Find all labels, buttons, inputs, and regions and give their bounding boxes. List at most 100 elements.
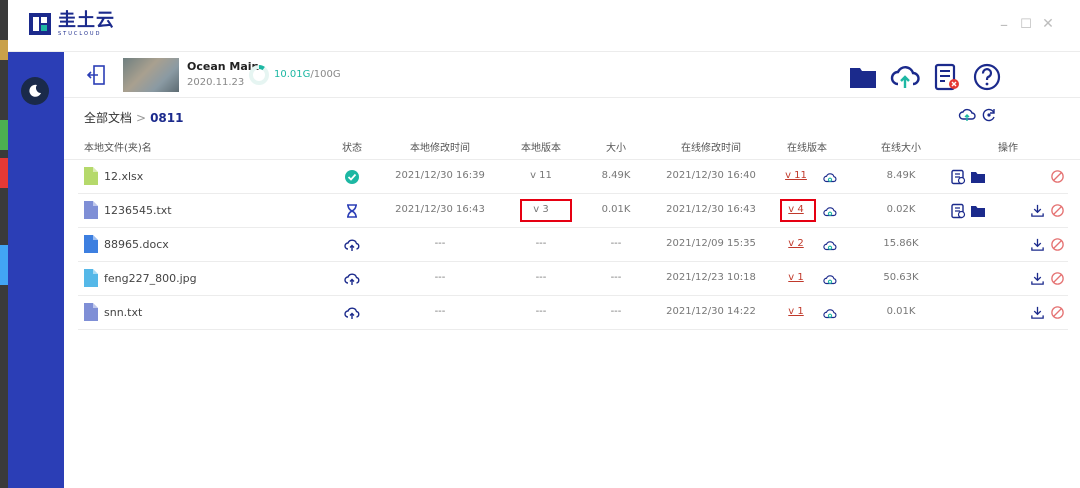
hourglass-icon bbox=[344, 203, 360, 219]
cloud-upload-icon bbox=[344, 271, 360, 287]
cloud-sync-icon[interactable] bbox=[823, 204, 839, 220]
online-size: 15.86K bbox=[883, 238, 919, 249]
cloud-sync-icon[interactable] bbox=[958, 106, 976, 124]
file-txt-icon bbox=[84, 201, 98, 219]
unsync-icon[interactable] bbox=[1050, 237, 1066, 253]
title-bar: 圭土云 STUCLOUD – ☐ ✕ bbox=[8, 0, 1080, 52]
header-status[interactable]: 状态 bbox=[332, 139, 372, 154]
breadcrumb-separator: > bbox=[136, 111, 147, 125]
unsync-icon[interactable] bbox=[1050, 305, 1066, 321]
local-modified: 2021/12/30 16:43 bbox=[395, 204, 485, 215]
table-row[interactable]: 88965.docx --- --- --- 2021/12/09 15:35 v 2 15… bbox=[78, 228, 1068, 262]
online-modified: 2021/12/30 16:43 bbox=[666, 204, 756, 215]
local-version: v 11 bbox=[530, 170, 552, 181]
cloud-upload-icon[interactable] bbox=[890, 62, 920, 92]
cloud-sync-icon[interactable] bbox=[823, 306, 839, 322]
workspace-header: Ocean Main 2020.11.23 10.01G/100G bbox=[64, 52, 1080, 98]
breadcrumb-root[interactable]: 全部文档 bbox=[84, 111, 132, 125]
synced-check-icon bbox=[344, 169, 360, 185]
unsync-icon[interactable] bbox=[1050, 203, 1066, 219]
local-version: --- bbox=[535, 306, 547, 317]
online-size: 0.01K bbox=[886, 306, 916, 317]
download-icon[interactable] bbox=[1030, 305, 1046, 321]
table-row[interactable]: feng227_800.jpg --- --- --- 2021/12/23 10:18… bbox=[78, 262, 1068, 296]
app-name: 圭土云 bbox=[58, 10, 115, 31]
app-window: 圭土云 STUCLOUD – ☐ ✕ Ocean Main 2020.11.23 bbox=[0, 0, 1080, 488]
header-actions: 操作 bbox=[998, 143, 1018, 154]
version-history-icon[interactable] bbox=[950, 203, 966, 219]
file-name[interactable]: 88965.docx bbox=[104, 238, 169, 251]
maximize-button[interactable]: ☐ bbox=[1016, 14, 1036, 34]
unsync-icon[interactable] bbox=[1050, 271, 1066, 287]
header-name[interactable]: 本地文件(夹)名 bbox=[84, 139, 152, 154]
file-name[interactable]: 12.xlsx bbox=[104, 170, 143, 183]
online-version-link[interactable]: v 1 bbox=[783, 306, 809, 317]
help-icon[interactable] bbox=[972, 62, 1002, 92]
table-row[interactable]: 12.xlsx 2021/12/30 16:39 v 11 8.49K 2021/12/… bbox=[78, 160, 1068, 194]
online-modified: 2021/12/23 10:18 bbox=[666, 272, 756, 283]
document-report-icon[interactable] bbox=[932, 62, 962, 92]
file-name[interactable]: snn.txt bbox=[104, 306, 142, 319]
file-name[interactable]: 1236545.txt bbox=[104, 204, 172, 217]
online-modified: 2021/12/09 15:35 bbox=[666, 238, 756, 249]
file-name[interactable]: feng227_800.jpg bbox=[104, 272, 197, 285]
table-row[interactable]: 1236545.txt 2021/12/30 16:43 v 3 0.01K 2021/… bbox=[78, 194, 1068, 228]
header-size[interactable]: 大小 bbox=[596, 139, 636, 154]
moon-icon bbox=[29, 84, 41, 97]
cloud-sync-icon[interactable] bbox=[823, 238, 839, 254]
header-local-modified[interactable]: 本地修改时间 bbox=[390, 139, 490, 154]
storage-usage: 10.01G/100G bbox=[274, 69, 341, 80]
local-modified: --- bbox=[434, 272, 446, 283]
storage-ring bbox=[249, 65, 269, 85]
file-xlsx-icon bbox=[84, 167, 98, 185]
refresh-icon[interactable] bbox=[980, 106, 998, 124]
cloud-upload-icon bbox=[344, 237, 360, 253]
highlight-online-version bbox=[780, 199, 816, 222]
version-history-icon[interactable] bbox=[950, 169, 966, 185]
file-jpg-icon bbox=[84, 269, 98, 287]
file-docx-icon bbox=[84, 235, 98, 253]
close-button[interactable]: ✕ bbox=[1038, 14, 1058, 34]
header-local-version[interactable]: 本地版本 bbox=[511, 139, 571, 154]
cloud-sync-icon[interactable] bbox=[823, 170, 839, 186]
local-version: --- bbox=[535, 238, 547, 249]
table-header: 本地文件(夹)名 状态 本地修改时间 本地版本 大小 在线修改时间 在线版本 在… bbox=[64, 132, 1080, 160]
header-online-modified[interactable]: 在线修改时间 bbox=[661, 139, 761, 154]
folder-icon[interactable] bbox=[970, 203, 986, 219]
unsync-icon[interactable] bbox=[1050, 169, 1066, 185]
header-online-size[interactable]: 在线大小 bbox=[871, 139, 931, 154]
local-version: --- bbox=[535, 272, 547, 283]
highlight-local-version bbox=[520, 199, 572, 222]
online-version-link[interactable]: v 11 bbox=[783, 170, 809, 181]
storage-used: 10.01G bbox=[274, 69, 311, 80]
breadcrumb: 全部文档 >0811 bbox=[84, 109, 183, 126]
size: 0.01K bbox=[601, 204, 631, 215]
local-modified: 2021/12/30 16:39 bbox=[395, 170, 485, 181]
breadcrumb-current[interactable]: 0811 bbox=[150, 111, 183, 125]
avatar[interactable] bbox=[21, 77, 49, 105]
online-version-link[interactable]: v 2 bbox=[783, 238, 809, 249]
table-row[interactable]: snn.txt --- --- --- 2021/12/30 14:22 v 1 0.01K bbox=[78, 296, 1068, 330]
cloud-sync-icon[interactable] bbox=[823, 272, 839, 288]
size: --- bbox=[610, 238, 622, 249]
file-txt-icon bbox=[84, 303, 98, 321]
app-logo: 圭土云 STUCLOUD bbox=[28, 11, 115, 37]
sidebar bbox=[8, 52, 64, 488]
logo-icon bbox=[29, 13, 51, 35]
online-version-link[interactable]: v 1 bbox=[783, 272, 809, 283]
folder-icon[interactable] bbox=[848, 62, 878, 92]
desktop-strip bbox=[0, 0, 8, 488]
app-tagline: STUCLOUD bbox=[58, 31, 102, 37]
main-panel: Ocean Main 2020.11.23 10.01G/100G 全部文档 >… bbox=[64, 52, 1080, 488]
local-modified: --- bbox=[434, 306, 446, 317]
storage-total: /100G bbox=[310, 69, 341, 80]
folder-icon[interactable] bbox=[970, 169, 986, 185]
download-icon[interactable] bbox=[1030, 203, 1046, 219]
header-online-version[interactable]: 在线版本 bbox=[777, 139, 837, 154]
download-icon[interactable] bbox=[1030, 271, 1046, 287]
exit-icon[interactable] bbox=[86, 64, 108, 86]
minimize-button[interactable]: – bbox=[994, 14, 1014, 34]
online-size: 0.02K bbox=[886, 204, 916, 215]
download-icon[interactable] bbox=[1030, 237, 1046, 253]
workspace-thumbnail bbox=[123, 58, 179, 92]
